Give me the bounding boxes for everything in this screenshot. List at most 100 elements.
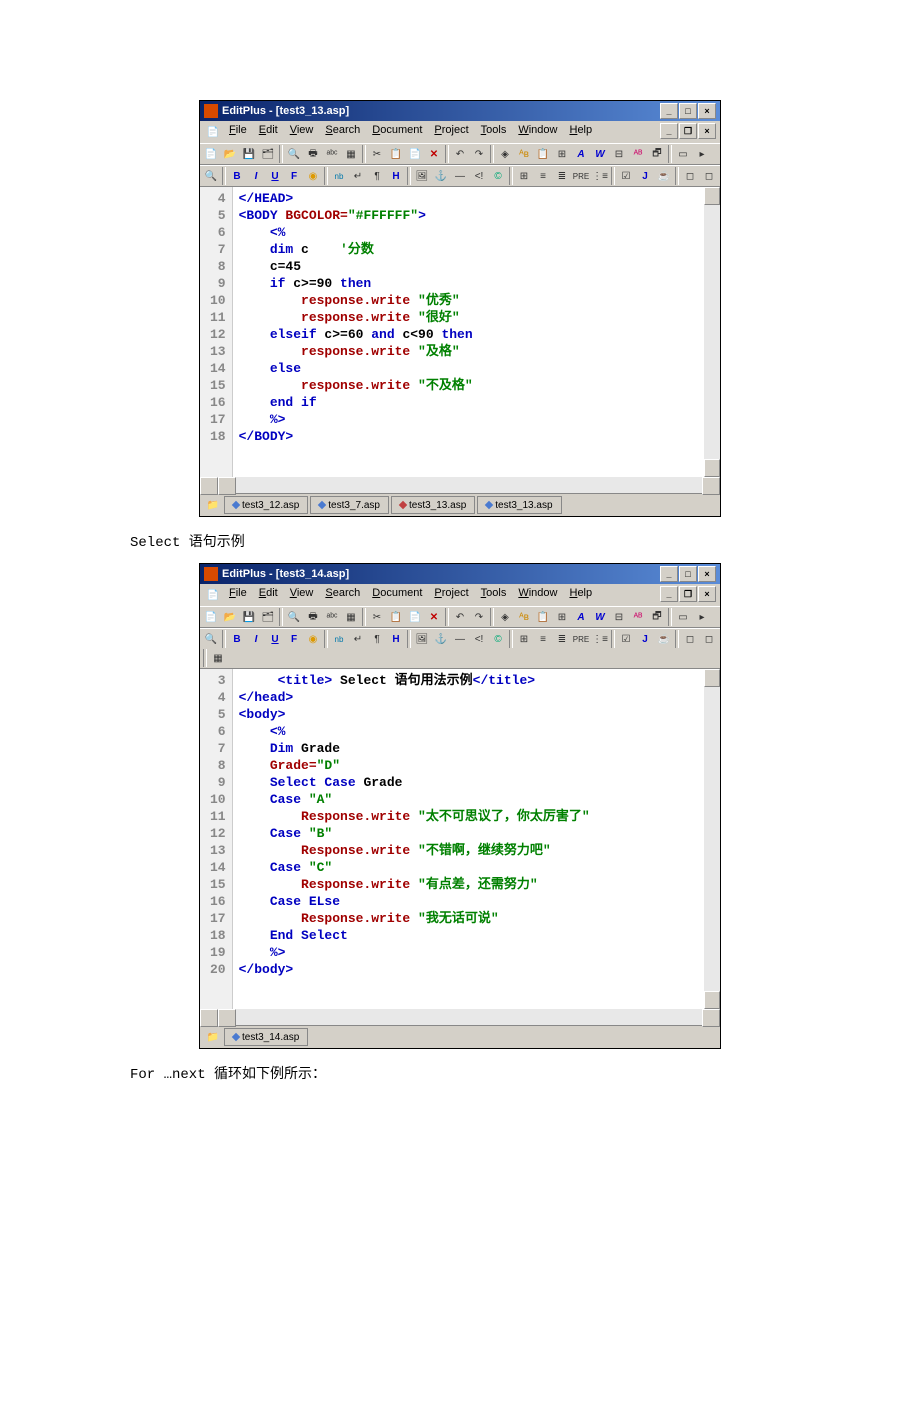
table-icon[interactable]: ⊞	[515, 630, 533, 648]
pre-icon[interactable]: PRE	[572, 630, 590, 648]
tool-icon[interactable]: 📋	[534, 608, 552, 626]
js-icon[interactable]: J	[636, 630, 654, 648]
preview-icon[interactable]: ▦	[342, 145, 360, 163]
tool-icon[interactable]: ⊟	[610, 608, 628, 626]
cut-icon[interactable]: ✂	[368, 145, 386, 163]
font-icon[interactable]: F	[285, 630, 303, 648]
file-tab[interactable]: test3_14.asp	[224, 1028, 308, 1046]
tool-icon[interactable]: ᴬᴮ	[629, 145, 647, 163]
open-icon[interactable]: 📂	[221, 608, 239, 626]
scrollbar-horizontal[interactable]	[200, 477, 720, 493]
mdi-close-button[interactable]: ×	[698, 586, 716, 602]
underline-icon[interactable]: U	[266, 630, 284, 648]
list-icon[interactable]: ⋮≡	[591, 167, 609, 185]
tool-icon[interactable]: ⊟	[610, 145, 628, 163]
code-area[interactable]: 456789101112131415161718 </HEAD> <BODY B…	[200, 187, 720, 477]
print-icon[interactable]: 🖶	[304, 608, 322, 626]
center-icon[interactable]: ≡	[534, 167, 552, 185]
tool-icon[interactable]: ◈	[496, 145, 514, 163]
italic-icon[interactable]: I	[247, 630, 265, 648]
scrollbar-vertical[interactable]	[704, 187, 720, 477]
tool-icon[interactable]: ◻	[700, 167, 718, 185]
file-tab[interactable]: test3_12.asp	[224, 496, 308, 514]
heading-icon[interactable]: H	[387, 630, 405, 648]
comment-icon[interactable]: <!	[470, 630, 488, 648]
code-area[interactable]: 34567891011121314151617181920 <title> Se…	[200, 669, 720, 1009]
save-icon[interactable]: 💾	[240, 608, 258, 626]
close-button[interactable]: ×	[698, 566, 716, 582]
view-icon[interactable]: 🔍	[202, 167, 220, 185]
menu-search[interactable]: Search	[320, 123, 365, 141]
scrollbar-horizontal[interactable]	[200, 1009, 720, 1025]
form-icon[interactable]: ☑	[617, 167, 635, 185]
center-icon[interactable]: ≡	[534, 630, 552, 648]
menu-tools[interactable]: Tools	[476, 586, 512, 604]
tool-icon[interactable]: ▸	[693, 145, 711, 163]
nbsp-icon[interactable]: nb	[330, 167, 348, 185]
paste-icon[interactable]: 📄	[406, 145, 424, 163]
menu-project[interactable]: Project	[429, 586, 473, 604]
applet-icon[interactable]: ☕	[655, 630, 673, 648]
tool-icon[interactable]: ▭	[674, 608, 692, 626]
minimize-button[interactable]: _	[660, 103, 678, 119]
copy-icon[interactable]: 📋	[387, 608, 405, 626]
preview-icon[interactable]: ▦	[342, 608, 360, 626]
table-icon[interactable]: ⊞	[515, 167, 533, 185]
tool-icon[interactable]: ᴬʙ	[515, 608, 533, 626]
para-icon[interactable]: ¶	[368, 630, 386, 648]
tool-icon[interactable]: ᴬᴮ	[629, 608, 647, 626]
saveall-icon[interactable]: 🗂	[259, 145, 277, 163]
menu-tools[interactable]: Tools	[476, 123, 512, 141]
find-icon[interactable]: 🔍	[285, 145, 303, 163]
tool-icon[interactable]: ᴬʙ	[515, 145, 533, 163]
maximize-button[interactable]: □	[679, 566, 697, 582]
menu-window[interactable]: Window	[513, 123, 562, 141]
tool-icon[interactable]: ◈	[496, 608, 514, 626]
anchor-icon[interactable]: ⚓	[432, 167, 450, 185]
new-icon[interactable]: 📄	[202, 145, 220, 163]
mdi-restore-button[interactable]: ❐	[679, 586, 697, 602]
tool-icon[interactable]: W	[591, 145, 609, 163]
paste-icon[interactable]: 📄	[406, 608, 424, 626]
code-text[interactable]: <title> Select 语句用法示例</title> </head> <b…	[233, 669, 704, 1009]
tool-icon[interactable]: ⊞	[553, 608, 571, 626]
scrollbar-vertical[interactable]	[704, 669, 720, 1009]
menu-file[interactable]: File	[224, 123, 252, 141]
list-icon[interactable]: ⋮≡	[591, 630, 609, 648]
redo-icon[interactable]: ↷	[470, 145, 488, 163]
mdi-close-button[interactable]: ×	[698, 123, 716, 139]
heading-icon[interactable]: H	[387, 167, 405, 185]
underline-icon[interactable]: U	[266, 167, 284, 185]
menu-view[interactable]: View	[285, 123, 319, 141]
tool-icon[interactable]: ⊞	[553, 145, 571, 163]
tool-icon[interactable]: ◻	[681, 167, 699, 185]
bold-icon[interactable]: B	[228, 167, 246, 185]
copy-icon[interactable]: 📋	[387, 145, 405, 163]
redo-icon[interactable]: ↷	[470, 608, 488, 626]
menu-help[interactable]: Help	[564, 586, 597, 604]
tool-icon[interactable]: 🗗	[648, 145, 666, 163]
comment-icon[interactable]: <!	[470, 167, 488, 185]
menu-window[interactable]: Window	[513, 586, 562, 604]
char-icon[interactable]: ©	[489, 167, 507, 185]
menu-document[interactable]: Document	[367, 586, 427, 604]
mdi-minimize-button[interactable]: _	[660, 586, 678, 602]
color-icon[interactable]: ◉	[304, 167, 322, 185]
br-icon[interactable]: ↵	[349, 167, 367, 185]
menu-edit[interactable]: Edit	[254, 123, 283, 141]
anchor-icon[interactable]: ⚓	[432, 630, 450, 648]
find-icon[interactable]: 🔍	[285, 608, 303, 626]
tool-icon[interactable]: A	[572, 145, 590, 163]
view-icon[interactable]: 🔍	[202, 630, 220, 648]
tool-icon[interactable]: ▭	[674, 145, 692, 163]
menu-view[interactable]: View	[285, 586, 319, 604]
tool-icon[interactable]: 🖼	[413, 167, 431, 185]
undo-icon[interactable]: ↶	[451, 608, 469, 626]
tool-icon[interactable]: 🖼	[413, 630, 431, 648]
form-icon[interactable]: ☑	[617, 630, 635, 648]
tool-icon[interactable]: ◻	[681, 630, 699, 648]
applet-icon[interactable]: ☕	[655, 167, 673, 185]
tool-icon[interactable]: W	[591, 608, 609, 626]
align-icon[interactable]: ≣	[553, 167, 571, 185]
file-tab[interactable]: test3_13.asp	[477, 496, 561, 514]
